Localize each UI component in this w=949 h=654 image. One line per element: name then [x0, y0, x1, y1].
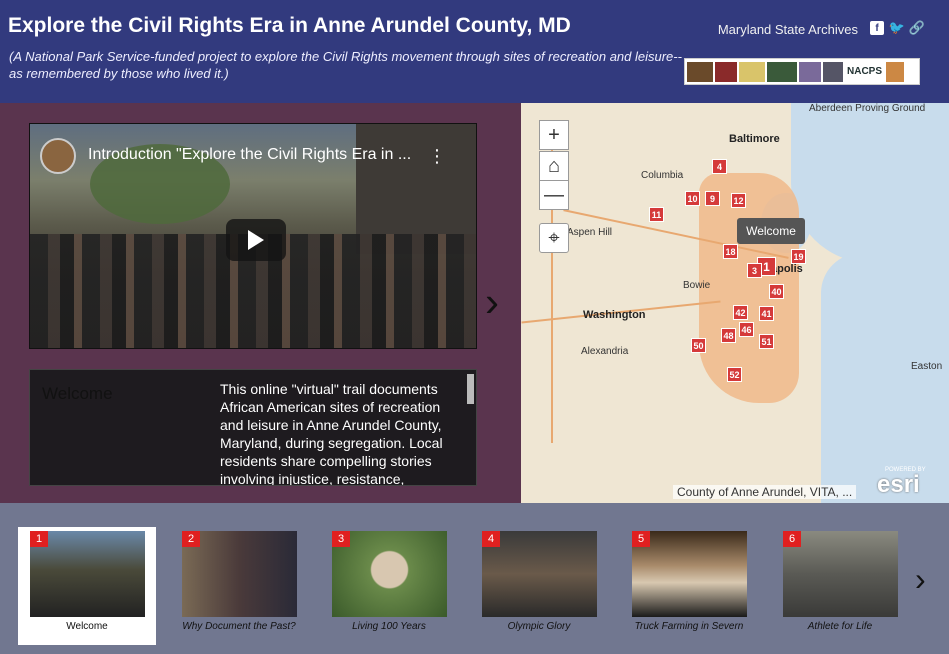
page-subtitle: (A National Park Service-funded project …: [9, 49, 682, 81]
place-columbia: Columbia: [641, 170, 684, 181]
map-marker[interactable]: 46: [739, 322, 754, 337]
play-icon: [248, 230, 264, 250]
anne-arundel-county: [699, 173, 799, 403]
maryland-state-archives-link[interactable]: Maryland State Archives: [718, 22, 858, 37]
play-button[interactable]: [226, 219, 286, 261]
place-easton: Easton: [911, 361, 943, 372]
page-title: Explore the Civil Rights Era in Anne Aru…: [8, 14, 571, 37]
logo-5: [799, 61, 821, 82]
map-marker[interactable]: 9: [705, 191, 720, 206]
youtube-video-player[interactable]: Introduction "Explore the Civil Rights E…: [29, 123, 477, 349]
carousel-item-label: Welcome: [66, 621, 108, 632]
map-marker[interactable]: 42: [733, 305, 748, 320]
nacps-logo: NACPS: [847, 66, 883, 77]
carousel-item-label: Truck Farming in Severn: [634, 621, 744, 632]
place-aberdeen: Aberdeen Proving Ground: [809, 103, 926, 114]
item-number: 2: [182, 531, 200, 547]
carousel-item-living-100[interactable]: 3 Living 100 Years: [320, 527, 458, 645]
map-marker[interactable]: 48: [721, 328, 736, 343]
carousel-next-arrow-icon[interactable]: ›: [915, 561, 926, 598]
story-panel: Introduction "Explore the Civil Rights E…: [0, 103, 521, 503]
logo-2: [715, 61, 737, 82]
video-menu-icon[interactable]: ⋮: [428, 146, 446, 167]
place-baltimore: Baltimore: [729, 133, 780, 145]
zoom-in-button[interactable]: +: [539, 120, 569, 150]
map-marker[interactable]: 40: [769, 284, 784, 299]
share-icons: f 🐦 🔗: [870, 20, 925, 35]
panel-text: This online "virtual" trail documents Af…: [220, 381, 443, 486]
item-number: 4: [482, 531, 500, 547]
item-number: 5: [632, 531, 650, 547]
story-carousel: 1 Welcome 2 Why Document the Past? 3 Liv…: [0, 503, 949, 654]
panel-title: Welcome: [42, 384, 113, 403]
next-slide-arrow-icon[interactable]: ›: [485, 281, 499, 323]
item-number: 6: [783, 531, 801, 547]
map-marker[interactable]: 4: [712, 159, 727, 174]
carousel-item-athlete[interactable]: 6 Athlete for Life: [771, 527, 909, 645]
home-button[interactable]: ⌂: [539, 151, 569, 181]
map-marker[interactable]: 10: [685, 191, 700, 206]
item-number: 1: [30, 531, 48, 547]
carousel-item-truck-farming[interactable]: 5 Truck Farming in Severn: [620, 527, 758, 645]
carousel-item-label: Living 100 Years: [352, 621, 426, 632]
map-marker[interactable]: 50: [691, 338, 706, 353]
locate-icon: ⌖: [548, 226, 560, 249]
map-marker[interactable]: 51: [759, 334, 774, 349]
map-marker[interactable]: 11: [649, 207, 664, 222]
carousel-item-label: Why Document the Past?: [182, 621, 296, 632]
map-attribution[interactable]: County of Anne Arundel, VITA, ...: [673, 485, 857, 499]
logo-3: [739, 61, 765, 82]
carousel-item-welcome[interactable]: 1 Welcome: [18, 527, 156, 645]
zoom-out-button[interactable]: —: [539, 180, 569, 210]
map-marker[interactable]: 12: [731, 193, 746, 208]
channel-avatar[interactable]: [40, 138, 76, 174]
bay-water: [791, 103, 949, 263]
carousel-item-label: Athlete for Life: [807, 621, 873, 632]
carousel-item-label: Olympic Glory: [507, 621, 571, 632]
place-alexandria: Alexandria: [581, 346, 629, 357]
marker-tooltip: Welcome: [737, 218, 805, 244]
place-washington: Washington: [583, 309, 646, 321]
twitter-icon[interactable]: 🐦: [889, 20, 905, 35]
map-marker[interactable]: 18: [723, 244, 738, 259]
carousel-item-why-document[interactable]: 2 Why Document the Past?: [170, 527, 308, 645]
map-marker[interactable]: 3: [747, 263, 762, 278]
item-number: 3: [332, 531, 350, 547]
description-panel: Welcome This online "virtual" trail docu…: [29, 369, 477, 486]
bay-water-south: [821, 253, 949, 503]
carousel-item-olympic-glory[interactable]: 4 Olympic Glory: [470, 527, 608, 645]
locate-button[interactable]: ⌖: [539, 223, 569, 253]
logo-6: [823, 61, 843, 82]
home-icon: ⌂: [547, 154, 561, 177]
logo-7: [886, 61, 905, 82]
video-title[interactable]: Introduction "Explore the Civil Rights E…: [88, 146, 411, 164]
app-header: Explore the Civil Rights Era in Anne Aru…: [0, 0, 949, 103]
map-marker[interactable]: 19: [791, 249, 806, 264]
place-bowie: Bowie: [683, 280, 711, 291]
link-icon[interactable]: 🔗: [909, 20, 925, 35]
partner-logos: NACPS: [684, 58, 920, 85]
scrollbar[interactable]: [467, 374, 474, 404]
nps-logo: [687, 61, 713, 82]
map-marker[interactable]: 41: [759, 306, 774, 321]
esri-logo[interactable]: esri: [877, 471, 920, 499]
facebook-icon[interactable]: f: [870, 21, 884, 35]
place-aspen-hill: Aspen Hill: [567, 227, 613, 238]
map-marker[interactable]: 52: [727, 367, 742, 382]
logo-4: [767, 61, 797, 82]
map-view[interactable]: Aberdeen Proving Ground Baltimore Columb…: [521, 103, 949, 503]
